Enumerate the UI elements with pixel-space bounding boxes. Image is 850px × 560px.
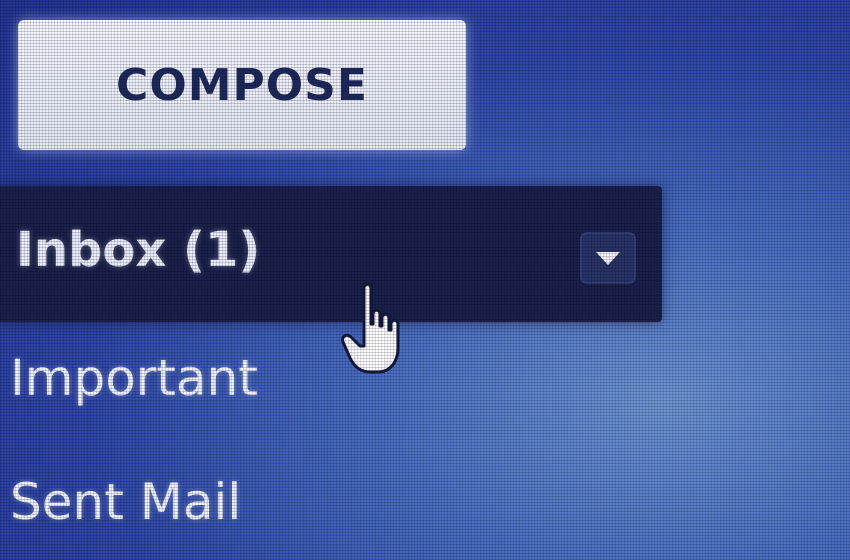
inbox-dropdown-button[interactable] bbox=[580, 232, 636, 284]
sidebar-item-inbox[interactable]: Inbox (1) bbox=[0, 186, 662, 322]
sidebar-item-label: Sent Mail bbox=[10, 473, 242, 531]
sidebar-item-label: Important bbox=[10, 349, 258, 407]
triangle-down-icon bbox=[596, 252, 620, 265]
sidebar-item-label: Inbox (1) bbox=[16, 222, 261, 278]
compose-button[interactable]: COMPOSE bbox=[18, 20, 466, 150]
sidebar-item-important[interactable]: Important bbox=[0, 338, 258, 418]
sidebar-item-sent-mail[interactable]: Sent Mail bbox=[0, 462, 241, 542]
hand-pointer-icon bbox=[341, 282, 400, 374]
